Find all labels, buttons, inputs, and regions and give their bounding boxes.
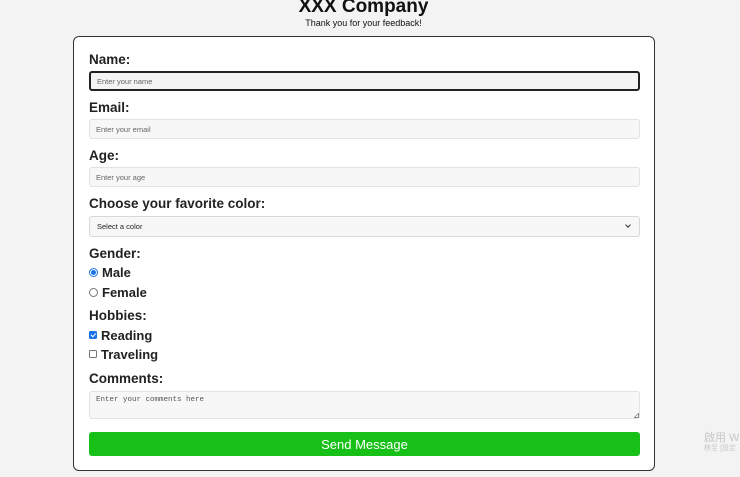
watermark-line-2: 移至 [設定 — [704, 445, 736, 452]
resize-handle-icon[interactable] — [634, 413, 639, 418]
comments-label: Comments: — [89, 371, 164, 386]
color-label: Choose your favorite color: — [89, 196, 266, 211]
female-label[interactable]: Female — [102, 285, 147, 300]
reading-checkbox[interactable] — [89, 331, 97, 339]
gender-label: Gender: — [89, 246, 141, 261]
page-tagline: Thank you for your feedback! — [305, 18, 422, 28]
gender-option-male[interactable]: Male — [89, 265, 131, 280]
age-label: Age: — [89, 148, 119, 163]
watermark-line-1: 啟用 Wi — [704, 432, 740, 444]
hobby-option-reading[interactable]: Reading — [89, 328, 152, 343]
male-label[interactable]: Male — [102, 265, 131, 280]
traveling-checkbox[interactable] — [89, 350, 97, 358]
female-radio[interactable] — [89, 287, 98, 297]
activation-watermark: 啟用 Wi 移至 [設定 — [704, 432, 740, 453]
email-label: Email: — [89, 100, 130, 115]
company-name: XXX Company — [298, 0, 429, 17]
email-input[interactable] — [89, 119, 640, 139]
chevron-down-icon — [625, 222, 631, 228]
traveling-label[interactable]: Traveling — [101, 347, 158, 362]
color-select[interactable]: Select a color — [89, 216, 640, 237]
feedback-form: Name: Email: Age: Choose your favorite c… — [73, 36, 655, 471]
name-input[interactable] — [89, 71, 640, 91]
send-message-button[interactable]: Send Message — [89, 432, 640, 456]
feedback-page: XXX Company Thank you for your feedback!… — [0, 0, 740, 477]
age-input[interactable] — [89, 167, 640, 187]
color-select-value: Select a color — [97, 222, 143, 231]
page-header: XXX Company Thank you for your feedback! — [0, 0, 727, 28]
name-label: Name: — [89, 52, 131, 67]
comments-textarea[interactable] — [89, 391, 640, 419]
male-radio[interactable] — [89, 267, 98, 277]
reading-label[interactable]: Reading — [101, 328, 152, 343]
hobbies-label: Hobbies: — [89, 308, 147, 323]
gender-option-female[interactable]: Female — [89, 285, 147, 300]
hobby-option-traveling[interactable]: Traveling — [89, 347, 158, 362]
